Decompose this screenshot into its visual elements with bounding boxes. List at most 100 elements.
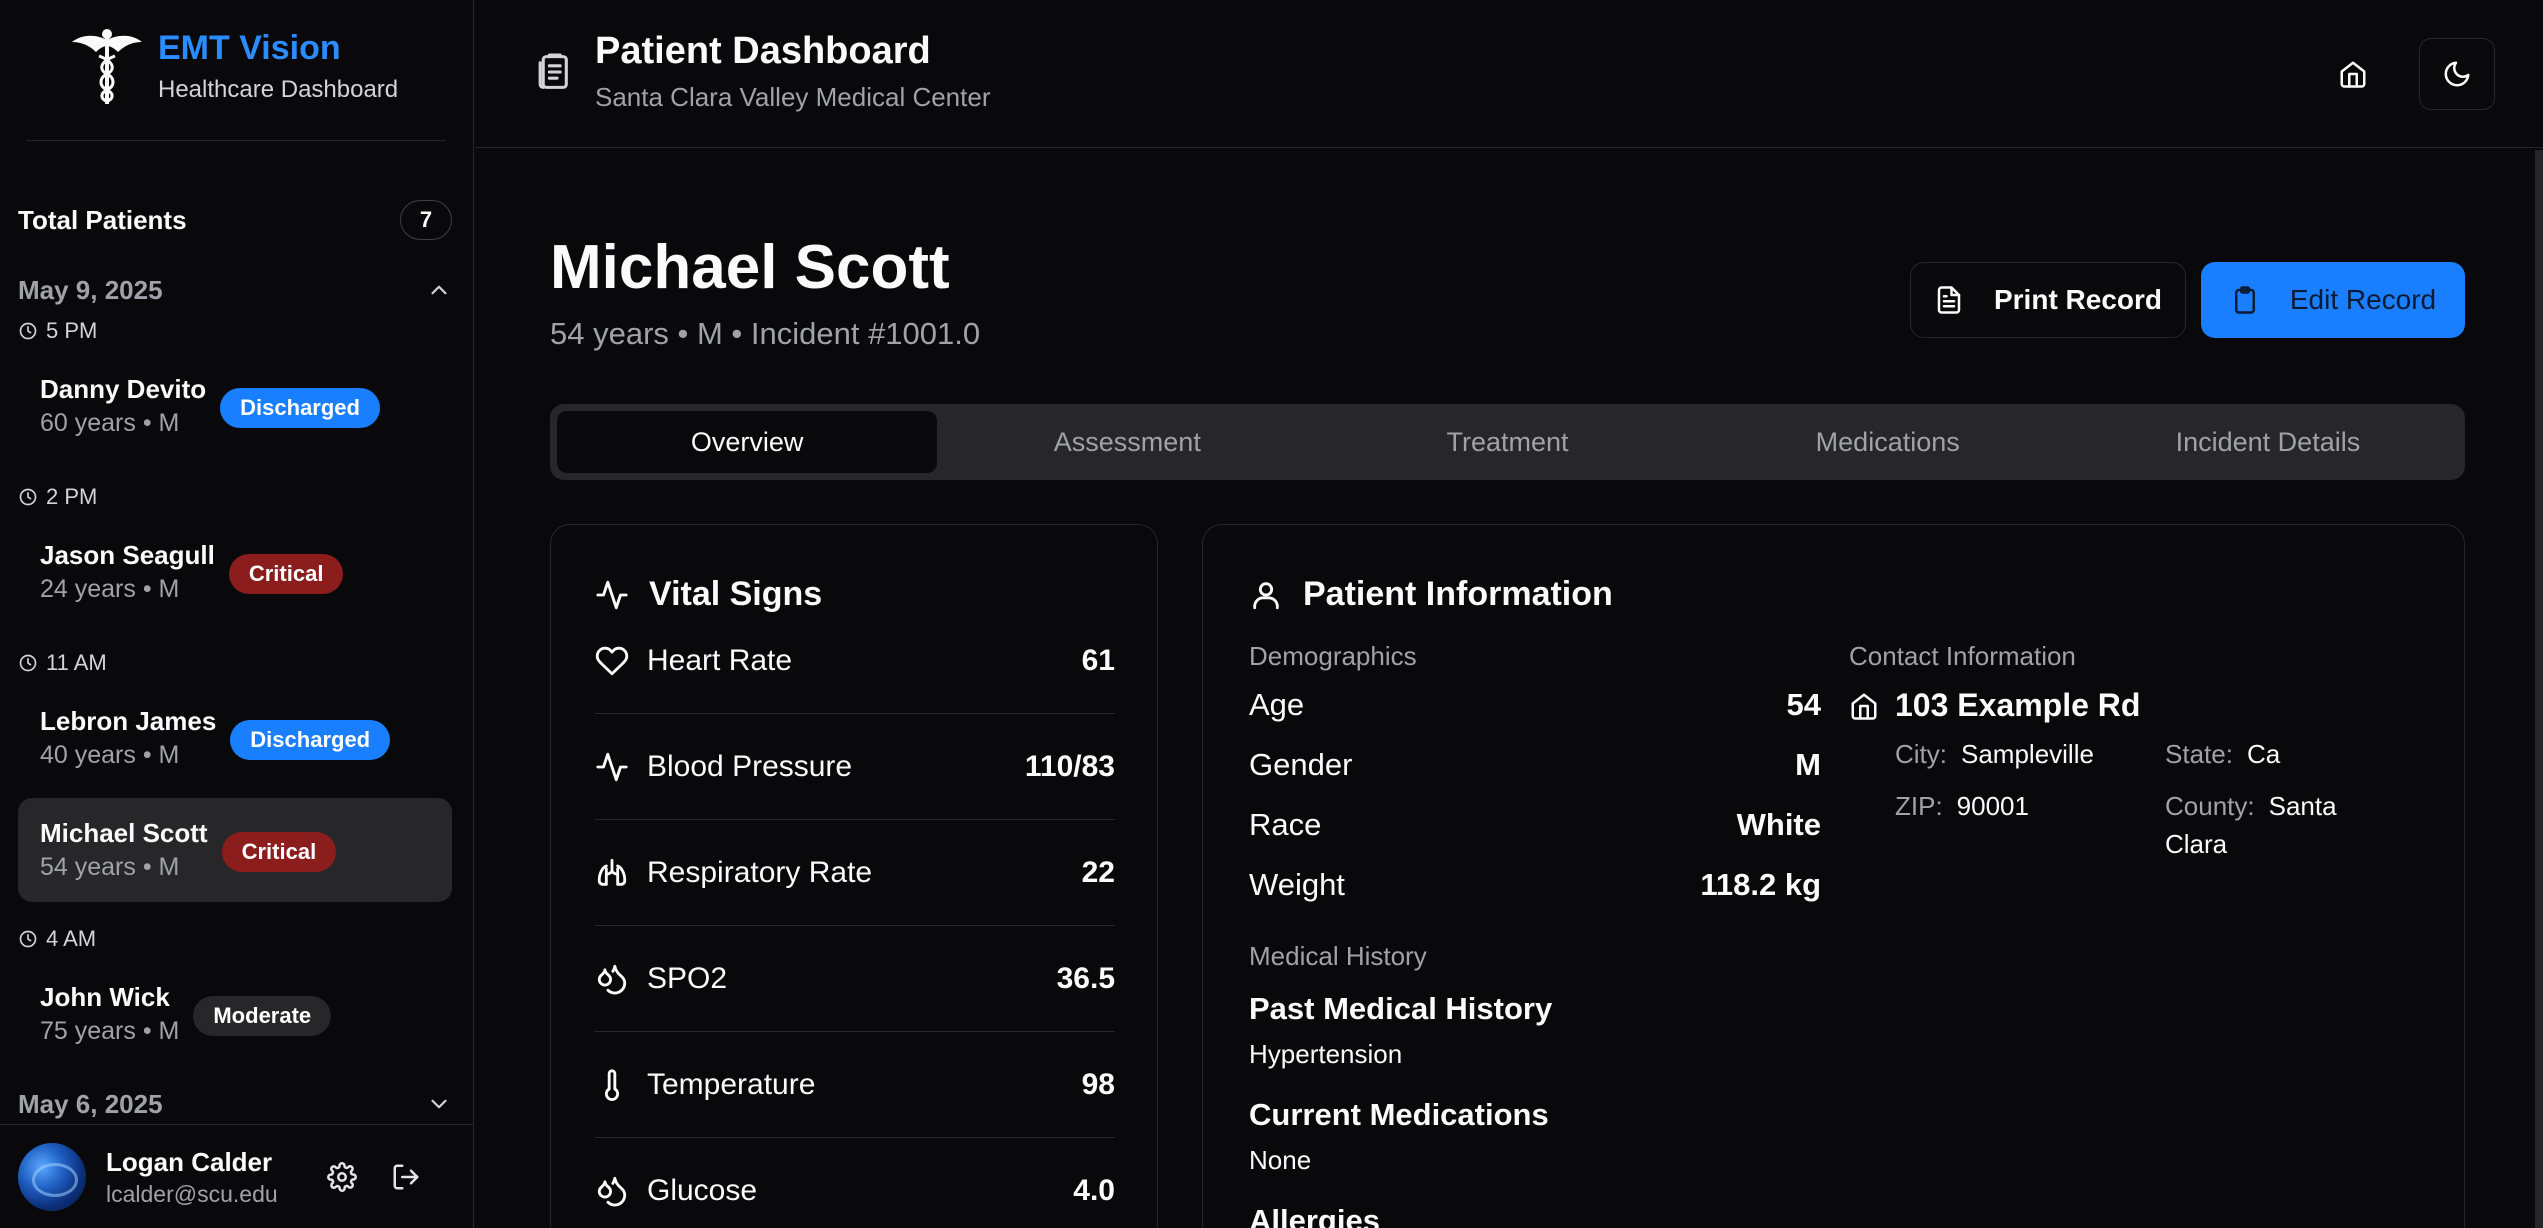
tab-incident-details[interactable]: Incident Details (2078, 411, 2458, 473)
patient-meta: 60 years • M (40, 409, 180, 437)
top-bar: Patient Dashboard Santa Clara Valley Med… (475, 0, 2543, 148)
chevron-down-icon (431, 1099, 447, 1109)
edit-record-label: Edit Record (2289, 284, 2437, 315)
tab-medications[interactable]: Medications (1698, 411, 2078, 473)
clock-icon (19, 930, 37, 948)
tab-bar: Overview Assessment Treatment Medication… (550, 404, 2465, 480)
city-label: City: (1895, 739, 1947, 769)
patient-meta: 75 years • M (40, 1017, 180, 1045)
demographic-value: M (1795, 747, 1821, 782)
settings-button[interactable] (314, 1149, 370, 1205)
avatar[interactable] (18, 1142, 86, 1211)
tab-overview[interactable]: Overview (557, 411, 938, 473)
moon-icon (2444, 61, 2470, 87)
state-value: Ca (2246, 739, 2281, 769)
vital-label: Glucose (647, 1174, 758, 1207)
patient-list-item-selected[interactable]: Michael Scott 54 years • M Critical (18, 798, 452, 902)
patient-name: Lebron James (40, 706, 217, 736)
demographic-label: Weight (1249, 867, 1345, 902)
clock-icon (19, 322, 37, 340)
history-title: Past Medical History (1249, 991, 1553, 1026)
address-row: 103 Example Rd (1849, 687, 2140, 724)
patient-name: Jason Seagull (40, 540, 215, 570)
vital-label: Blood Pressure (647, 750, 853, 783)
lungs-icon (597, 858, 627, 886)
demographic-row: Gender M (1249, 743, 1821, 787)
history-title: Allergies (1249, 1203, 1380, 1228)
history-title: Current Medications (1249, 1097, 1549, 1132)
patient-list-item[interactable]: Lebron James 40 years • M Discharged (18, 686, 452, 790)
scrollbar[interactable] (2535, 150, 2543, 1228)
patient-information-card: Patient Information Demographics Age 54 … (1202, 524, 2465, 1228)
patient-title: Michael Scott (550, 233, 950, 302)
vital-value: 36.5 (1056, 962, 1115, 995)
divider (595, 819, 1115, 820)
divider (26, 140, 446, 141)
patient-information-title: Patient Information (1303, 575, 1613, 613)
status-badge: Moderate (193, 996, 332, 1036)
patient-name: John Wick (40, 982, 170, 1012)
edit-record-button[interactable]: Edit Record (2201, 262, 2465, 338)
city-value: Sampleville (1961, 739, 2094, 769)
vital-row: SPO2 36.5 (595, 951, 1115, 1007)
droplets-icon (597, 1176, 627, 1207)
demographic-label: Age (1249, 687, 1305, 722)
patient-information-header: Patient Information (1249, 575, 1613, 614)
county-field: County: Santa Clara (2165, 787, 2405, 863)
gear-icon (327, 1161, 357, 1192)
county-label: County: (2165, 791, 2255, 821)
vital-signs-title: Vital Signs (649, 575, 823, 613)
home-button[interactable] (2315, 38, 2391, 110)
vital-row: Temperature 98 (595, 1057, 1115, 1113)
zip-value: 90001 (1956, 791, 2029, 821)
demographic-label: Gender (1249, 747, 1353, 782)
vital-row: Glucose 4.0 (595, 1163, 1115, 1219)
time-label-row: 11 AM (18, 648, 107, 678)
thermometer-icon (604, 1069, 620, 1101)
patient-meta: 24 years • M (40, 575, 180, 603)
status-badge: Discharged (220, 388, 380, 428)
patient-meta: 54 years • M (40, 853, 180, 881)
document-icon (1937, 286, 1961, 314)
patient-name: Michael Scott (40, 818, 208, 848)
patient-list[interactable]: May 9, 2025 5 PM Danny Devito 60 years •… (0, 262, 474, 1122)
divider (595, 925, 1115, 926)
home-icon (2340, 61, 2366, 88)
vital-signs-card: Vital Signs Heart Rate 61 Blood Pressure… (550, 524, 1158, 1228)
vital-value: 98 (1081, 1068, 1115, 1101)
vital-row: Heart Rate 61 (595, 633, 1115, 689)
history-value: None (1249, 1145, 1312, 1175)
print-record-button[interactable]: Print Record (1910, 262, 2186, 338)
date-group-header[interactable]: May 9, 2025 (18, 270, 452, 310)
logout-button[interactable] (378, 1149, 434, 1205)
vital-signs-header: Vital Signs (595, 575, 822, 614)
patient-list-item[interactable]: John Wick 75 years • M Moderate (18, 962, 452, 1066)
tab-treatment[interactable]: Treatment (1317, 411, 1697, 473)
address-text: 103 Example Rd (1895, 687, 2141, 723)
vital-value: 61 (1081, 644, 1115, 677)
demographic-row: Age 54 (1249, 683, 1821, 727)
activity-icon (596, 580, 628, 609)
vital-label: Temperature (647, 1068, 816, 1101)
home-icon (1851, 693, 1877, 720)
zip-field: ZIP: 90001 (1895, 787, 2029, 825)
status-badge: Critical (228, 554, 344, 594)
contact-information-label: Contact Information (1849, 641, 2076, 671)
vital-label: SPO2 (647, 962, 728, 995)
zip-label: ZIP: (1895, 791, 1943, 821)
time-label: 4 AM (46, 926, 97, 951)
brand-title: EMT Vision (158, 29, 341, 67)
time-label-row: 2 PM (18, 482, 97, 512)
caduceus-icon (72, 29, 142, 104)
demographic-value: 54 (1786, 687, 1821, 722)
date-group-header[interactable]: May 6, 2025 (18, 1084, 452, 1122)
patient-list-item[interactable]: Jason Seagull 24 years • M Critical (18, 520, 452, 624)
theme-toggle-button[interactable] (2419, 38, 2495, 110)
brand[interactable]: EMT Vision Healthcare Dashboard (70, 28, 398, 108)
divider (595, 713, 1115, 714)
print-record-label: Print Record (1993, 284, 2163, 315)
time-label: 11 AM (46, 650, 107, 675)
patient-list-item[interactable]: Danny Devito 60 years • M Discharged (18, 354, 452, 458)
tab-assessment[interactable]: Assessment (937, 411, 1317, 473)
clipboard-icon (2234, 286, 2255, 314)
